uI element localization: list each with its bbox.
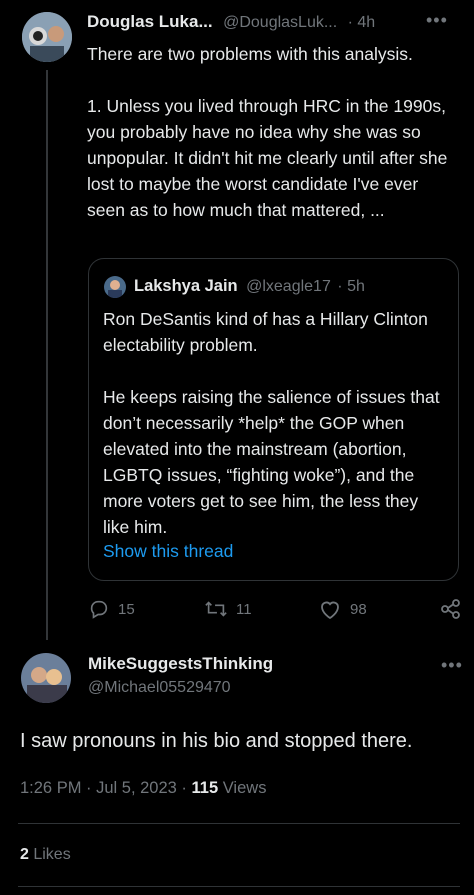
parent-handle[interactable]: @DouglasLuk...: [223, 14, 337, 31]
heart-icon: [321, 601, 339, 620]
retweet-button[interactable]: 11: [204, 598, 252, 620]
parent-tweet-header: Douglas Luka... @DouglasLuk... · 4h: [87, 12, 457, 36]
thread-line: [46, 70, 48, 640]
like-button[interactable]: 98: [318, 598, 367, 620]
retweet-count: 11: [236, 600, 252, 618]
likes-count: 2: [20, 846, 29, 863]
main-display-name[interactable]: MikeSuggestsThinking: [88, 654, 273, 674]
parent-time[interactable]: · 4h: [348, 14, 376, 31]
main-more-button[interactable]: •••: [441, 655, 463, 676]
main-avatar[interactable]: [21, 653, 71, 703]
likes-label: Likes: [28, 846, 71, 863]
quote-avatar: [104, 276, 126, 298]
main-tweet-text: I saw pronouns in his bio and stopped th…: [20, 730, 413, 752]
retweet-icon: [205, 601, 227, 617]
quote-text: Ron DeSantis kind of has a Hillary Clint…: [103, 309, 440, 537]
views-label: Views: [218, 779, 267, 797]
more-dots-icon: •••: [441, 655, 463, 675]
reply-count: 15: [118, 600, 135, 618]
show-thread-link[interactable]: Show this thread: [103, 541, 233, 562]
divider: [18, 823, 460, 824]
reply-button[interactable]: 15: [88, 598, 135, 620]
parent-avatar[interactable]: [22, 12, 72, 62]
parent-display-name[interactable]: Douglas Luka...: [87, 12, 213, 31]
views-count: 115: [191, 779, 219, 797]
quote-header: Lakshya Jain @lxeagle17 · 5h: [134, 277, 365, 296]
like-count: 98: [350, 600, 367, 618]
quote-time: · 5h: [337, 278, 365, 295]
share-button[interactable]: [440, 598, 462, 620]
tweet-meta: 1:26 PM · Jul 5, 2023 · 115 Views: [20, 779, 266, 798]
quote-display-name: Lakshya Jain: [134, 277, 238, 295]
main-handle[interactable]: @Michael05529470: [88, 679, 231, 697]
parent-tweet-text: There are two problems with this analysi…: [87, 44, 448, 220]
quoted-tweet[interactable]: Lakshya Jain @lxeagle17 · 5h Ron DeSanti…: [88, 258, 459, 581]
likes-stat[interactable]: 2 Likes: [20, 846, 71, 864]
share-icon: [441, 599, 460, 619]
quote-handle: @lxeagle17: [246, 278, 331, 295]
reply-icon: [90, 600, 108, 619]
parent-more-button[interactable]: •••: [426, 10, 448, 31]
tweet-timestamp[interactable]: 1:26 PM · Jul 5, 2023 ·: [20, 779, 192, 797]
divider: [18, 886, 460, 887]
more-dots-icon: •••: [426, 10, 448, 30]
